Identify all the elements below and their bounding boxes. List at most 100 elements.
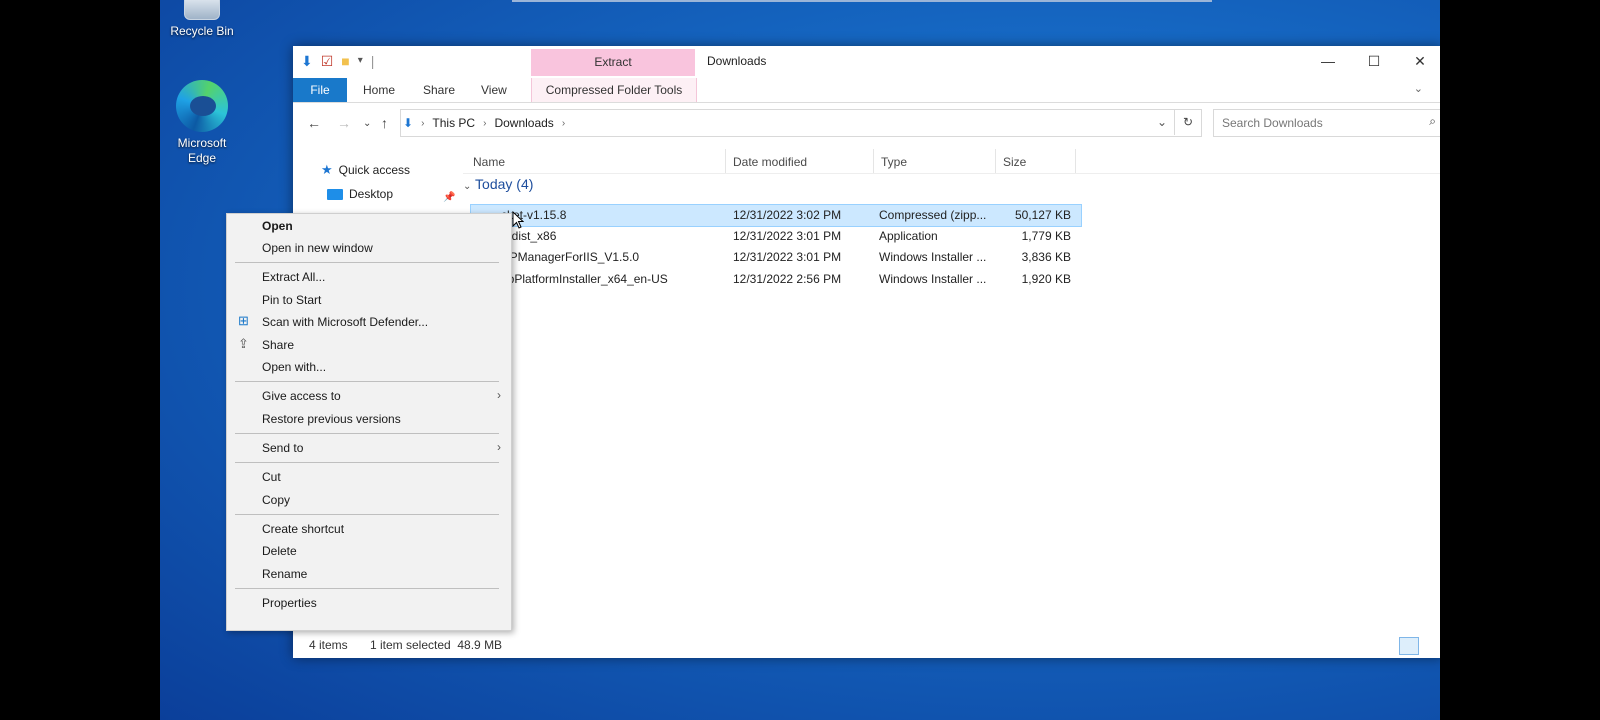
item-count: 4 items bbox=[309, 638, 348, 652]
menu-item-pin-to-start[interactable]: Pin to Start bbox=[262, 293, 321, 307]
file-row[interactable]: cket-v1.15.8 12/31/2022 3:02 PM Compress… bbox=[470, 204, 1082, 227]
menu-divider bbox=[235, 433, 499, 434]
menu-item-create-shortcut[interactable]: Create shortcut bbox=[262, 522, 344, 536]
file-size: 3,836 KB bbox=[1021, 250, 1071, 264]
edge-icon bbox=[176, 80, 228, 132]
nav-desktop[interactable]: Desktop 📌 bbox=[327, 187, 457, 203]
menu-item-properties[interactable]: Properties bbox=[262, 596, 317, 610]
minimize-icon[interactable]: — bbox=[1305, 46, 1351, 76]
refresh-icon[interactable]: ↻ bbox=[1174, 109, 1201, 135]
group-header-today[interactable]: ⌄ Today (4) bbox=[463, 176, 533, 192]
column-headers: Name Date modified Type Size bbox=[463, 149, 1440, 174]
pin-icon: 📌 bbox=[443, 192, 456, 203]
edge-label: Microsoft Edge bbox=[177, 136, 227, 165]
download-arrow-icon[interactable]: ⬇ bbox=[301, 53, 313, 69]
nav-quick-access[interactable]: ★ Quick access bbox=[321, 162, 410, 178]
quick-access-toolbar: ⬇ ☑ ■ ▾ | bbox=[301, 53, 374, 69]
file-date: 12/31/2022 3:01 PM bbox=[733, 229, 842, 243]
new-folder-icon[interactable]: ■ bbox=[341, 53, 349, 69]
menu-item-send-to[interactable]: Send to bbox=[262, 441, 303, 455]
breadcrumb-separator: › bbox=[483, 117, 487, 129]
window-controls: — ☐ ✕ bbox=[1305, 46, 1440, 76]
submenu-arrow-icon: › bbox=[497, 440, 501, 454]
recycle-bin-desktop-icon[interactable]: Recycle Bin bbox=[160, 0, 244, 38]
edge-desktop-icon[interactable]: Microsoft Edge bbox=[160, 80, 244, 166]
properties-check-icon[interactable]: ☑ bbox=[321, 53, 334, 69]
tab-home[interactable]: Home bbox=[355, 78, 403, 102]
file-row[interactable]: HPManagerForIIS_V1.5.0 12/31/2022 3:01 P… bbox=[470, 247, 1080, 268]
desktop: Recycle Bin Microsoft Edge ⬇ ☑ ■ ▾ | Ext… bbox=[160, 0, 1440, 720]
breadcrumb-downloads[interactable]: Downloads bbox=[494, 116, 553, 130]
menu-item-copy[interactable]: Copy bbox=[262, 493, 290, 507]
column-date-modified[interactable]: Date modified bbox=[733, 155, 807, 169]
desktop-folder-icon bbox=[327, 188, 343, 200]
maximize-icon[interactable]: ☐ bbox=[1351, 46, 1397, 76]
file-type: Windows Installer ... bbox=[879, 272, 987, 286]
back-arrow-icon[interactable]: ← bbox=[307, 115, 321, 131]
collapse-chevron-icon: ⌄ bbox=[463, 181, 472, 192]
qat-separator: | bbox=[370, 53, 375, 69]
submenu-arrow-icon: › bbox=[497, 388, 501, 402]
file-type: Windows Installer ... bbox=[879, 250, 987, 264]
expand-ribbon-icon[interactable]: ⌄ bbox=[1414, 82, 1423, 95]
column-name[interactable]: Name bbox=[473, 155, 505, 169]
ribbon-tabs: File Home Share View Compressed Folder T… bbox=[293, 78, 1440, 103]
forward-arrow-icon[interactable]: → bbox=[337, 115, 351, 131]
search-box[interactable]: Search Downloads ⌕ bbox=[1213, 109, 1440, 137]
menu-divider bbox=[235, 588, 499, 589]
column-size[interactable]: Size bbox=[1003, 155, 1026, 169]
extract-tool-header[interactable]: Extract bbox=[531, 49, 695, 76]
quick-access-label: Quick access bbox=[338, 163, 411, 177]
file-type: Application bbox=[879, 229, 938, 243]
search-icon: ⌕ bbox=[1429, 114, 1436, 128]
menu-item-give-access[interactable]: Give access to bbox=[262, 389, 341, 403]
menu-item-restore-versions[interactable]: Restore previous versions bbox=[262, 412, 401, 426]
customize-qat-icon[interactable]: ▾ bbox=[358, 53, 363, 69]
file-name: HPManagerForIIS_V1.5.0 bbox=[501, 250, 640, 264]
file-date: 12/31/2022 2:56 PM bbox=[733, 272, 842, 286]
menu-item-rename[interactable]: Rename bbox=[262, 567, 307, 581]
menu-divider bbox=[235, 462, 499, 463]
menu-item-open[interactable]: Open bbox=[262, 219, 293, 233]
menu-item-delete[interactable]: Delete bbox=[262, 544, 297, 558]
file-row[interactable]: ebPlatformInstaller_x64_en-US 12/31/2022… bbox=[470, 269, 1080, 290]
address-bar[interactable]: ⬇ › This PC › Downloads › ⌄ bbox=[400, 109, 1202, 137]
menu-item-open-with[interactable]: Open with... bbox=[262, 360, 326, 374]
file-row[interactable]: redist_x86 12/31/2022 3:01 PM Applicatio… bbox=[470, 226, 1080, 247]
desktop-label: Desktop bbox=[349, 187, 394, 201]
menu-item-open-new-window[interactable]: Open in new window bbox=[262, 241, 373, 255]
tab-view[interactable]: View bbox=[473, 78, 515, 102]
breadcrumb-separator: › bbox=[421, 117, 425, 129]
breadcrumb-this-pc[interactable]: This PC bbox=[432, 116, 475, 130]
share-icon: ⇪ bbox=[238, 336, 249, 351]
file-date: 12/31/2022 3:02 PM bbox=[733, 208, 842, 222]
details-view-icon[interactable] bbox=[1399, 637, 1419, 655]
menu-item-share[interactable]: Share bbox=[262, 338, 294, 352]
tab-compressed-folder-tools[interactable]: Compressed Folder Tools bbox=[531, 78, 697, 102]
file-size: 1,779 KB bbox=[1021, 229, 1071, 243]
address-row: ← → ⌄ ↑ ⬇ › This PC › Downloads › ⌄ ↻ Se… bbox=[293, 103, 1440, 143]
menu-divider bbox=[235, 262, 499, 263]
menu-divider bbox=[235, 514, 499, 515]
tab-file[interactable]: File bbox=[293, 78, 347, 102]
file-type: Compressed (zipp... bbox=[879, 208, 987, 222]
column-type[interactable]: Type bbox=[881, 155, 907, 169]
file-size: 1,920 KB bbox=[1021, 272, 1071, 286]
close-icon[interactable]: ✕ bbox=[1397, 46, 1440, 76]
mouse-cursor-icon bbox=[512, 211, 524, 229]
up-arrow-icon[interactable]: ↑ bbox=[381, 115, 388, 131]
tab-share[interactable]: Share bbox=[415, 78, 463, 102]
menu-item-scan-defender[interactable]: Scan with Microsoft Defender... bbox=[262, 315, 428, 329]
downloads-folder-icon: ⬇ bbox=[403, 116, 414, 130]
breadcrumb-separator: › bbox=[561, 117, 566, 129]
menu-divider bbox=[235, 381, 499, 382]
menu-item-extract-all[interactable]: Extract All... bbox=[262, 270, 325, 284]
address-dropdown-icon[interactable]: ⌄ bbox=[1157, 115, 1167, 129]
recent-locations-icon[interactable]: ⌄ bbox=[363, 118, 371, 129]
file-size: 50,127 KB bbox=[1014, 208, 1071, 222]
window-title: Downloads bbox=[707, 54, 767, 68]
status-bar: 4 items 1 item selected 48.9 MB bbox=[293, 632, 1440, 658]
recycle-bin-label: Recycle Bin bbox=[170, 24, 234, 38]
context-menu: Open Open in new window Extract All... P… bbox=[226, 213, 512, 631]
menu-item-cut[interactable]: Cut bbox=[262, 470, 281, 484]
